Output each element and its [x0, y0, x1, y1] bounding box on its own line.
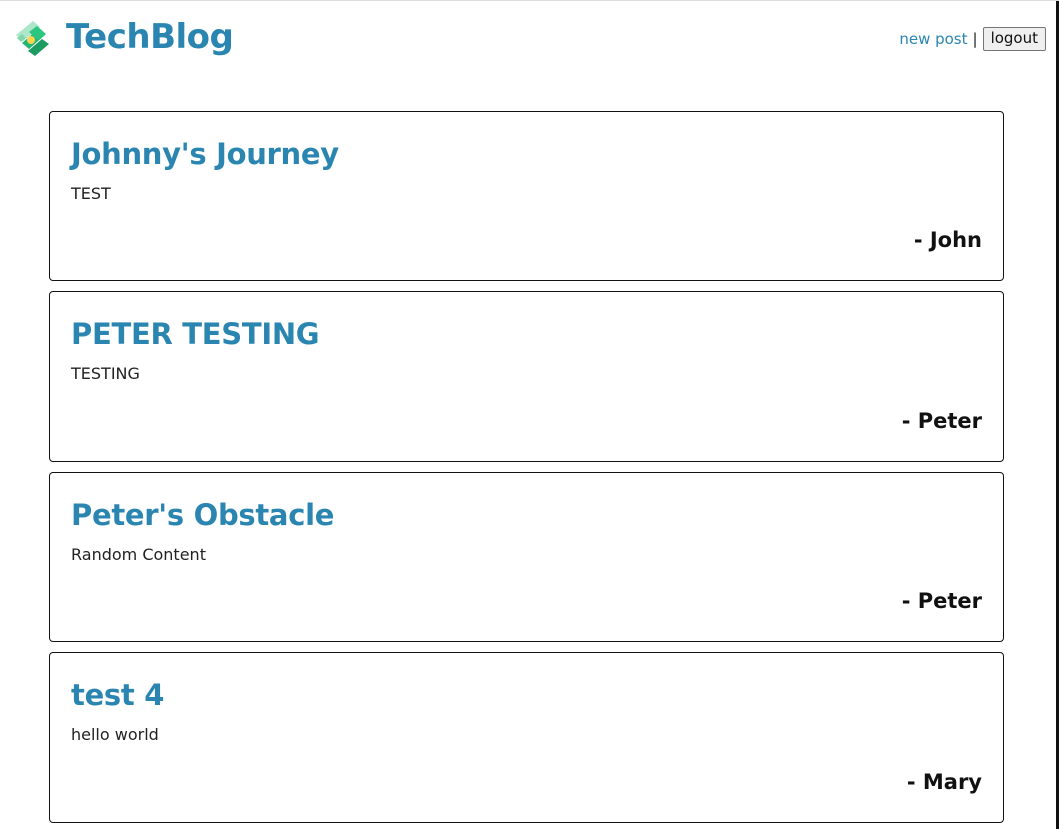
- post-title[interactable]: Peter's Obstacle: [71, 495, 982, 535]
- post-title[interactable]: test 4: [71, 675, 982, 715]
- post-author: - Mary: [906, 770, 982, 794]
- post-body: TESTING: [71, 364, 140, 383]
- post-card[interactable]: Johnny's Journey TEST - John: [49, 111, 1004, 281]
- post-title[interactable]: PETER TESTING: [71, 314, 982, 354]
- post-card[interactable]: test 4 hello world - Mary: [49, 652, 1004, 823]
- post-body: hello world: [71, 725, 159, 744]
- post-title[interactable]: Johnny's Journey: [71, 134, 982, 174]
- site-title: TechBlog: [66, 17, 234, 57]
- post-card[interactable]: Peter's Obstacle Random Content - Peter: [49, 472, 1004, 642]
- logout-button[interactable]: logout: [982, 27, 1046, 51]
- money-bill-icon: [14, 17, 52, 57]
- post-author: - Peter: [901, 409, 982, 433]
- post-list: Johnny's Journey TEST - John PETER TESTI…: [49, 111, 1004, 823]
- header-nav: new post | logout: [899, 27, 1046, 51]
- post-author: - John: [913, 228, 982, 252]
- nav-separator: |: [972, 30, 978, 48]
- site-header: TechBlog new post | logout: [0, 1, 1059, 81]
- post-author: - Peter: [901, 589, 982, 613]
- post-body: Random Content: [71, 545, 206, 564]
- post-card[interactable]: PETER TESTING TESTING - Peter: [49, 291, 1004, 462]
- home-link[interactable]: TechBlog: [14, 15, 234, 59]
- new-post-link[interactable]: new post: [899, 30, 967, 48]
- post-body: TEST: [71, 184, 111, 203]
